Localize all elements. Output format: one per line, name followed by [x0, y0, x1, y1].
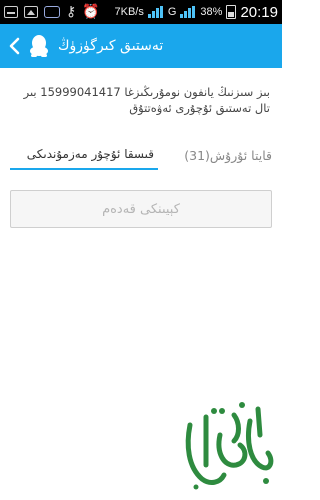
next-step-button[interactable]: كېيىنكى قەدەم	[10, 190, 272, 228]
signal-icon	[147, 6, 164, 18]
verification-description: بىز سىزنىڭ يانفون نومۇرىڭىزغا 1599904141…	[23, 85, 270, 115]
clock: 20:19	[240, 3, 278, 21]
calligraphy-watermark	[185, 402, 274, 490]
title-bar: تەستىق كىرگۈزۈڭ	[0, 24, 282, 68]
verification-code-input[interactable]	[10, 140, 158, 170]
code-row: قايتا ئۇرۇش(31)	[10, 140, 272, 170]
alarm-icon: ⏰	[82, 4, 100, 20]
notification-icons: ⚷ ⏰	[4, 4, 100, 20]
back-button[interactable]	[2, 24, 26, 68]
battery-icon	[226, 5, 237, 19]
battery-percent: 38%	[200, 6, 223, 18]
resend-countdown[interactable]: قايتا ئۇرۇش(31)	[184, 148, 272, 163]
status-indicators: 7KB/s G 38% 20:19	[115, 4, 279, 21]
network-type: G	[167, 6, 177, 18]
lock-icon	[44, 6, 60, 18]
chevron-left-icon	[9, 37, 20, 55]
message-icon	[4, 6, 18, 18]
key-icon: ⚷	[66, 4, 77, 20]
status-bar: ⚷ ⏰ 7KB/s G 38% 20:19	[0, 0, 282, 24]
signal-icon-2	[180, 6, 196, 18]
qq-penguin-icon	[30, 35, 48, 57]
image-icon	[24, 6, 38, 18]
page-title: تەستىق كىرگۈزۈڭ	[58, 38, 164, 54]
network-speed: 7KB/s	[114, 6, 144, 18]
